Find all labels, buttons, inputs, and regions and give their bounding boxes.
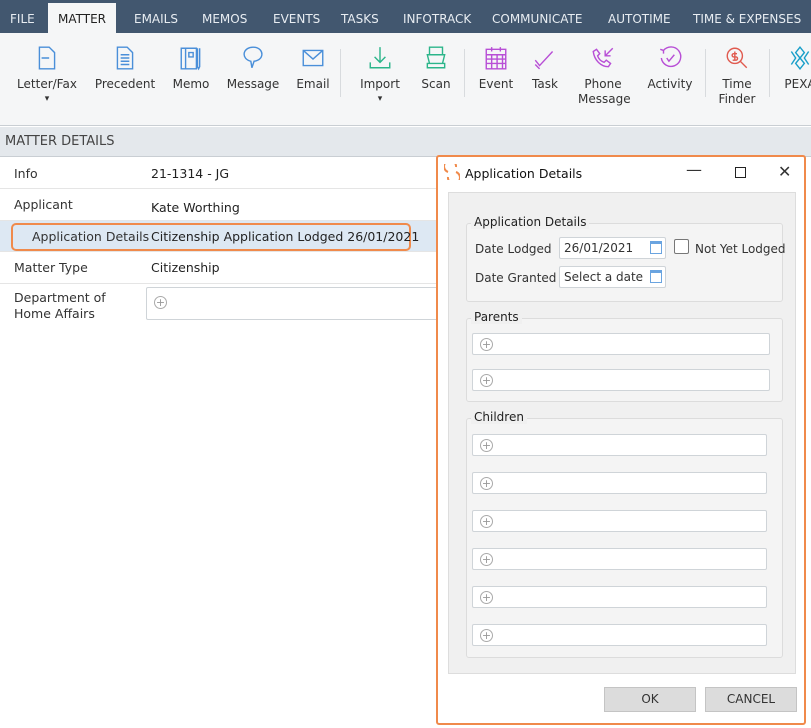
date-granted-input[interactable]: Select a date (559, 266, 666, 288)
ribbon-letter-fax-button[interactable]: Letter/Fax ▾ (7, 43, 87, 107)
detail-row-department: Department of Home Affairs + (0, 284, 438, 326)
child-entry-field[interactable]: + (472, 586, 767, 608)
tab-infotrack[interactable]: INFOTRACK (393, 0, 481, 33)
ribbon-label: Letter/Fax (17, 77, 77, 91)
parent-entry-field[interactable]: + (472, 333, 770, 355)
scanner-icon (426, 46, 446, 69)
not-yet-lodged-label: Not Yet Lodged (695, 242, 786, 256)
activity-icon (660, 46, 682, 68)
calendar-icon[interactable] (650, 270, 662, 283)
tab-communicate[interactable]: COMMUNICATE (482, 0, 592, 33)
tab-time-expenses[interactable]: TIME & EXPENSES (683, 0, 811, 33)
ribbon-separator (705, 49, 706, 97)
department-field[interactable]: + (146, 287, 438, 320)
pexa-icon (790, 46, 810, 70)
applicant-value: Kate Worthing (151, 200, 240, 215)
section-header: MATTER DETAILS (0, 127, 811, 157)
child-entry-field[interactable]: + (472, 434, 767, 456)
application-details-value: Citizenship Application Lodged 26/01/202… (151, 229, 420, 244)
child-entry-field[interactable]: + (472, 548, 767, 570)
ribbon-separator (769, 49, 770, 97)
ribbon-pexa-button[interactable]: PEXA (760, 43, 811, 92)
date-lodged-input[interactable]: 26/01/2021 (559, 237, 666, 259)
add-icon[interactable]: + (480, 439, 493, 452)
application-details-dialog: Application Details — ✕ Application Deta… (436, 155, 806, 725)
tab-emails[interactable]: EMAILS (124, 0, 188, 33)
ribbon-toolbar: Letter/Fax ▾ Precedent Memo Message Email Impo… (0, 33, 811, 126)
letter-icon (38, 46, 56, 70)
ribbon-separator (464, 49, 465, 97)
parent-entry-field[interactable]: + (472, 369, 770, 391)
add-icon[interactable]: + (480, 591, 493, 604)
add-icon[interactable]: + (154, 296, 167, 309)
cancel-button[interactable]: CANCEL (705, 687, 797, 712)
minimize-button[interactable]: — (686, 160, 702, 179)
detail-row-matter-type[interactable]: Matter Type Citizenship (0, 252, 436, 284)
maximize-button[interactable] (735, 167, 746, 178)
speech-bubble-icon (243, 46, 263, 68)
add-icon[interactable]: + (480, 477, 493, 490)
dialog-body: Application Details Date Lodged 26/01/20… (448, 192, 796, 674)
tab-matter[interactable]: MATTER (48, 3, 116, 33)
checkmark-icon (534, 51, 554, 70)
ribbon-label: Phone Message (578, 77, 631, 106)
add-icon[interactable]: + (480, 629, 493, 642)
ribbon-label: PEXA (784, 77, 811, 91)
not-yet-lodged-checkbox[interactable] (674, 239, 689, 254)
detail-row-applicant[interactable]: Applicant Kate Worthing (0, 189, 436, 221)
applicant-label: Applicant (14, 197, 73, 212)
tab-file[interactable]: FILE (0, 0, 45, 33)
tab-events[interactable]: EVENTS (263, 0, 330, 33)
tab-autotime[interactable]: AUTOTIME (598, 0, 681, 33)
add-icon[interactable]: + (480, 515, 493, 528)
tab-memos[interactable]: MEMOS (192, 0, 257, 33)
close-button[interactable]: ✕ (778, 162, 791, 181)
parents-group-title: Parents (471, 310, 522, 324)
application-details-group-title: Application Details (471, 215, 590, 229)
download-icon (369, 47, 391, 69)
detail-row-info[interactable]: Info 21-1314 - JG (0, 157, 436, 189)
menu-tab-bar: FILE MATTER EMAILS MEMOS EVENTS TASKS INFOTRAC… (0, 0, 811, 33)
child-entry-field[interactable]: + (472, 510, 767, 532)
phone-icon (592, 47, 614, 68)
matter-type-value: Citizenship (151, 260, 220, 275)
app-logo-icon (444, 164, 460, 180)
document-icon (116, 46, 134, 70)
date-granted-label: Date Granted (475, 271, 557, 285)
dropdown-arrow-icon: ▾ (44, 94, 50, 104)
child-entry-field[interactable]: + (472, 472, 767, 494)
application-details-label: Application Details (32, 229, 150, 244)
time-finder-icon (726, 47, 748, 69)
date-lodged-label: Date Lodged (475, 242, 552, 256)
application-details-group (466, 223, 783, 302)
info-value: 21-1314 - JG (151, 166, 230, 181)
ribbon-label: Time Finder (718, 77, 756, 106)
add-icon[interactable]: + (480, 553, 493, 566)
tab-tasks[interactable]: TASKS (331, 0, 389, 33)
ribbon-separator (340, 49, 341, 97)
ok-button[interactable]: OK (604, 687, 696, 712)
dialog-title: Application Details (465, 166, 583, 181)
detail-row-application-details[interactable]: Application Details Citizenship Applicat… (0, 221, 436, 252)
date-granted-placeholder: Select a date (564, 270, 644, 284)
date-lodged-value: 26/01/2021 (564, 241, 634, 255)
calendar-icon[interactable] (650, 241, 662, 254)
envelope-icon (302, 49, 324, 67)
info-label: Info (14, 166, 38, 181)
department-label: Department of Home Affairs (14, 290, 106, 321)
add-icon[interactable]: + (480, 374, 493, 387)
add-icon[interactable]: + (480, 338, 493, 351)
children-group-title: Children (471, 410, 527, 424)
dropdown-arrow-icon: ▾ (377, 94, 383, 104)
matter-type-label: Matter Type (14, 260, 88, 275)
notebook-icon (180, 47, 201, 71)
child-entry-field[interactable]: + (472, 624, 767, 646)
